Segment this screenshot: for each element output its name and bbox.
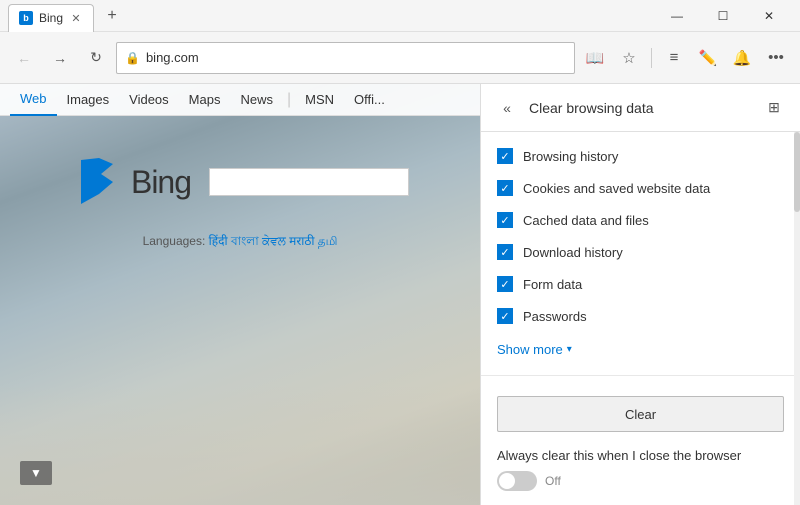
- checkbox-label-cookies: Cookies and saved website data: [523, 181, 710, 196]
- bing-nav-msn[interactable]: MSN: [295, 84, 344, 116]
- bing-nav-videos[interactable]: Videos: [119, 84, 179, 116]
- active-tab[interactable]: b Bing ✕: [8, 4, 94, 32]
- bing-nav-images[interactable]: Images: [57, 84, 120, 116]
- checkbox-icon-download: ✓: [497, 244, 513, 260]
- minimize-button[interactable]: —: [654, 0, 700, 32]
- checkbox-icon-cookies: ✓: [497, 180, 513, 196]
- bing-body: Bing Languages: हिंदी বাংলা ਕੇਵਲ मराठी த…: [0, 116, 480, 253]
- nav-right-buttons: 📖 ☆ ≡ ✏️ 🔔 •••: [579, 42, 792, 74]
- titlebar: b Bing ✕ + — ☐ ✕: [0, 0, 800, 32]
- always-clear-toggle[interactable]: [497, 471, 537, 491]
- address-text: bing.com: [146, 50, 199, 65]
- panel-back-button[interactable]: «: [493, 94, 521, 122]
- maximize-button[interactable]: ☐: [700, 0, 746, 32]
- bing-nav-sep: |: [283, 91, 295, 109]
- checkbox-icon-form: ✓: [497, 276, 513, 292]
- close-button[interactable]: ✕: [746, 0, 792, 32]
- navbar: ← → ↻ 🔒 bing.com 📖 ☆ ≡ ✏️ 🔔 •••: [0, 32, 800, 84]
- bing-nav-maps[interactable]: Maps: [179, 84, 231, 116]
- tab-close-button[interactable]: ✕: [69, 11, 83, 25]
- panel-pin-button[interactable]: ⊞: [760, 94, 788, 122]
- toggle-label: Off: [545, 474, 561, 488]
- reading-list-icon[interactable]: 📖: [579, 42, 611, 74]
- show-more-chevron-icon: ▾: [567, 344, 572, 355]
- bing-nav-web[interactable]: Web: [10, 84, 57, 116]
- checkbox-passwords[interactable]: ✓ Passwords: [481, 300, 800, 332]
- bing-nav-news[interactable]: News: [230, 84, 283, 116]
- notifications-icon[interactable]: 🔔: [726, 42, 758, 74]
- toggle-row: Off: [497, 471, 784, 491]
- notes-icon[interactable]: ✏️: [692, 42, 724, 74]
- checkbox-label-cached: Cached data and files: [523, 213, 649, 228]
- checkbox-label-form: Form data: [523, 277, 582, 292]
- bing-search-box[interactable]: [209, 168, 409, 196]
- checkbox-browsing-history[interactable]: ✓ Browsing history: [481, 140, 800, 172]
- scroll-down-indicator[interactable]: ▼: [20, 461, 52, 485]
- checkbox-label-browsing-history: Browsing history: [523, 149, 618, 164]
- refresh-button[interactable]: ↻: [80, 42, 112, 74]
- lock-icon: 🔒: [125, 51, 140, 65]
- checkbox-icon-browsing-history: ✓: [497, 148, 513, 164]
- separator: [651, 48, 652, 68]
- checkbox-icon-passwords: ✓: [497, 308, 513, 324]
- hub-icon[interactable]: ≡: [658, 42, 690, 74]
- clear-button-row: Clear: [481, 384, 800, 444]
- favorites-icon[interactable]: ☆: [613, 42, 645, 74]
- checkbox-label-passwords: Passwords: [523, 309, 587, 324]
- content-area: Web Images Videos Maps News | MSN Offi..…: [0, 84, 800, 505]
- more-button[interactable]: •••: [760, 42, 792, 74]
- new-tab-button[interactable]: +: [98, 2, 126, 30]
- tab-bar: b Bing ✕ +: [8, 0, 654, 31]
- fog-overlay: [0, 385, 480, 505]
- bing-logo-text: Bing: [131, 164, 191, 201]
- forward-button[interactable]: →: [44, 42, 76, 74]
- panel-scrollbar-thumb[interactable]: [794, 132, 800, 212]
- panel-scrollbar-track: [794, 132, 800, 505]
- tab-label: Bing: [39, 11, 63, 25]
- checkbox-label-download: Download history: [523, 245, 623, 260]
- tab-favicon: b: [19, 11, 33, 25]
- always-clear-row: Always clear this when I close the brows…: [481, 444, 800, 503]
- bing-languages: Languages: हिंदी বাংলা ਕੇਵਲ मराठी தமி: [143, 232, 338, 253]
- checkbox-download-history[interactable]: ✓ Download history: [481, 236, 800, 268]
- show-more-row[interactable]: Show more ▾: [481, 332, 800, 367]
- back-button[interactable]: ←: [8, 42, 40, 74]
- panel-divider: [481, 375, 800, 376]
- bing-page: Web Images Videos Maps News | MSN Offi..…: [0, 84, 480, 505]
- panel-header: « Clear browsing data ⊞: [481, 84, 800, 132]
- checkbox-cached-data[interactable]: ✓ Cached data and files: [481, 204, 800, 236]
- address-bar[interactable]: 🔒 bing.com: [116, 42, 575, 74]
- bing-b-icon: [71, 156, 123, 208]
- always-clear-text: Always clear this when I close the brows…: [497, 448, 784, 463]
- panel-title: Clear browsing data: [529, 100, 752, 116]
- clear-panel: « Clear browsing data ⊞ ✓ Browsing histo…: [480, 84, 800, 505]
- panel-body: ✓ Browsing history ✓ Cookies and saved w…: [481, 132, 800, 505]
- clear-button[interactable]: Clear: [497, 396, 784, 432]
- bing-nav: Web Images Videos Maps News | MSN Offi..…: [0, 84, 480, 116]
- checkbox-icon-cached: ✓: [497, 212, 513, 228]
- bing-logo-area: Bing: [71, 156, 409, 208]
- checkbox-form-data[interactable]: ✓ Form data: [481, 268, 800, 300]
- checkbox-cookies[interactable]: ✓ Cookies and saved website data: [481, 172, 800, 204]
- bing-nav-office[interactable]: Offi...: [344, 84, 395, 116]
- show-more-text: Show more: [497, 342, 563, 357]
- window-controls: — ☐ ✕: [654, 0, 792, 32]
